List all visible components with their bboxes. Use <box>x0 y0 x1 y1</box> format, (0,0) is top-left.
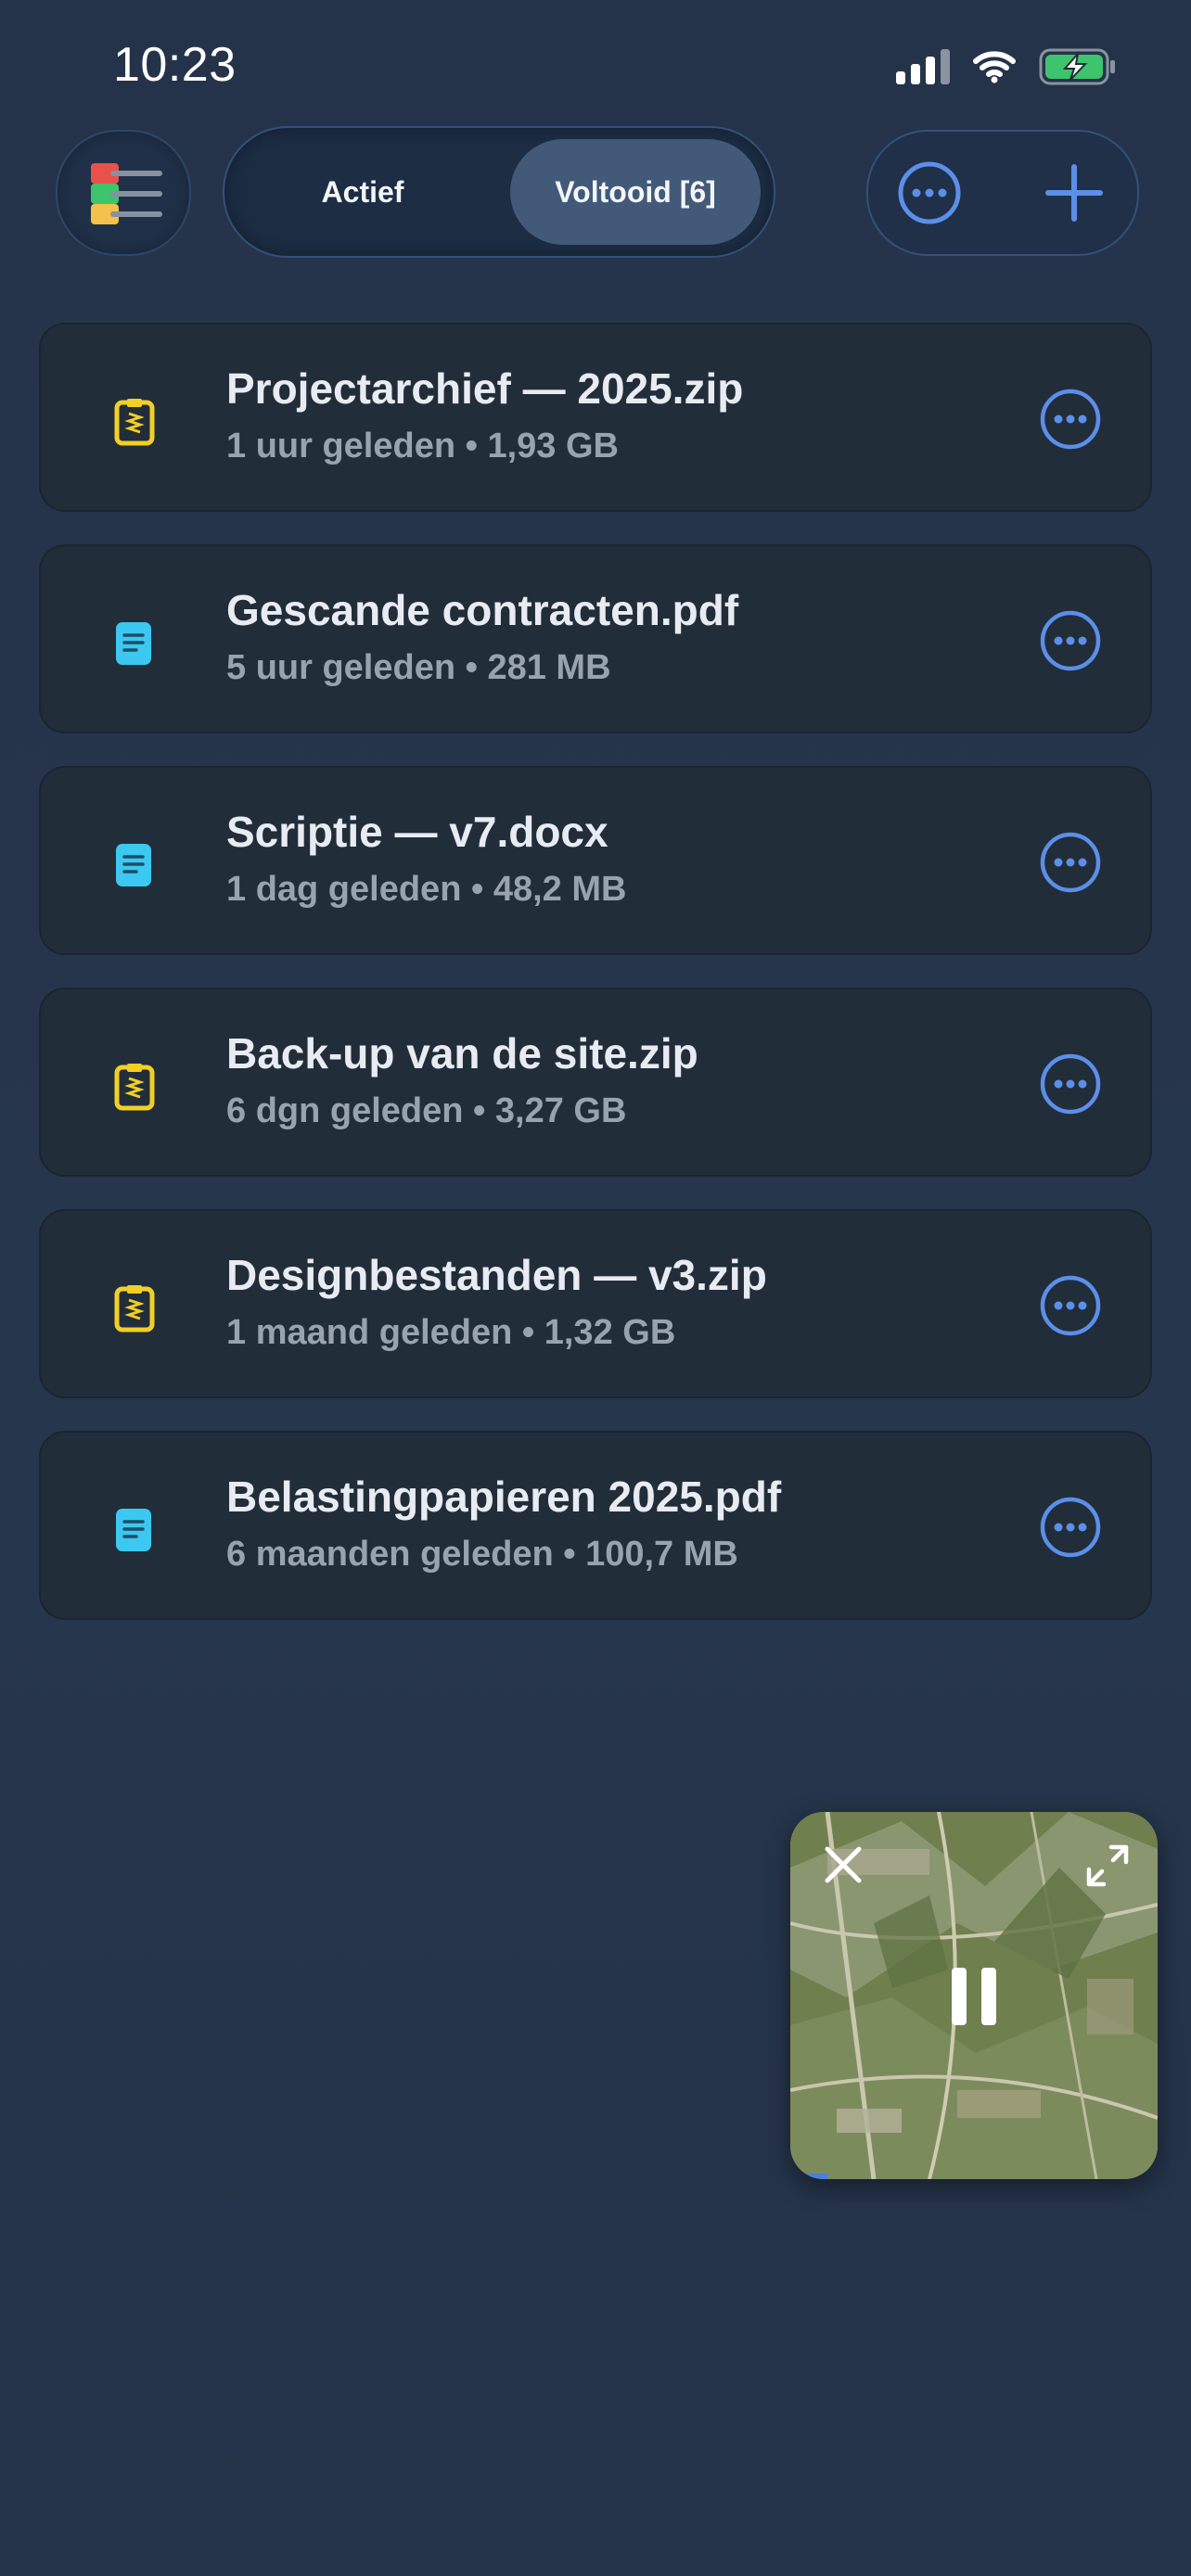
more-options-button[interactable] <box>896 159 963 226</box>
download-row[interactable]: Belastingpapieren 2025.pdf 6 maanden gel… <box>39 1431 1152 1620</box>
zip-icon <box>114 399 155 446</box>
ellipsis-circle-icon <box>898 161 961 224</box>
add-download-button[interactable] <box>1041 159 1108 226</box>
zip-icon <box>113 1283 156 1333</box>
close-icon <box>825 1846 862 1883</box>
tab-voltooid[interactable]: Voltooid [6] <box>510 139 761 245</box>
pause-icon <box>952 1968 996 2025</box>
zip-icon <box>113 397 156 447</box>
zip-icon <box>113 1062 156 1112</box>
battery-charging-icon <box>1039 48 1117 85</box>
document-icon <box>116 1509 151 1551</box>
status-segmented-control: Actief Voltooid [6] <box>223 126 775 258</box>
download-row[interactable]: Projectarchief — 2025.zip 1 uur geleden … <box>39 323 1152 512</box>
file-name: Back-up van de site.zip <box>226 1029 698 1078</box>
download-row[interactable]: Gescande contracten.pdf 5 uur geleden • … <box>39 544 1152 733</box>
download-row[interactable]: Scriptie — v7.docx 1 dag geleden • 48,2 … <box>39 766 1152 955</box>
wifi-icon <box>972 50 1017 83</box>
plus-icon <box>1045 164 1103 222</box>
file-meta: 1 maand geleden • 1,32 GB <box>226 1313 676 1352</box>
document-icon <box>113 840 156 890</box>
file-meta: 1 dag geleden • 48,2 MB <box>226 870 627 909</box>
downloads-list: Projectarchief — 2025.zip 1 uur geleden … <box>39 323 1152 1652</box>
pause-button[interactable] <box>948 1966 1000 2027</box>
file-meta: 5 uur geleden • 281 MB <box>226 648 611 687</box>
row-more-button[interactable] <box>1039 831 1102 894</box>
cellular-signal-icon <box>896 49 950 84</box>
row-more-button[interactable] <box>1039 1274 1102 1337</box>
row-more-button[interactable] <box>1039 388 1102 451</box>
ellipsis-circle-icon <box>1040 1053 1101 1115</box>
file-name: Scriptie — v7.docx <box>226 808 608 856</box>
ellipsis-circle-icon <box>1040 832 1101 893</box>
download-row[interactable]: Designbestanden — v3.zip 1 maand geleden… <box>39 1209 1152 1398</box>
tab-actief[interactable]: Actief <box>241 139 484 245</box>
file-name: Designbestanden — v3.zip <box>226 1251 767 1299</box>
document-icon <box>113 618 156 669</box>
status-indicators <box>896 48 1117 85</box>
document-icon <box>113 1505 156 1555</box>
file-meta: 1 uur geleden • 1,93 GB <box>226 427 619 465</box>
file-name: Gescande contracten.pdf <box>226 586 739 634</box>
download-row[interactable]: Back-up van de site.zip 6 dgn geleden • … <box>39 988 1152 1177</box>
close-player-button[interactable] <box>822 1843 864 1886</box>
expand-icon <box>1086 1844 1129 1887</box>
actions-group <box>866 130 1139 256</box>
ellipsis-circle-icon <box>1040 610 1101 671</box>
zip-icon <box>114 1285 155 1333</box>
document-icon <box>116 844 151 886</box>
row-more-button[interactable] <box>1039 1052 1102 1116</box>
filter-menu-button[interactable] <box>56 130 191 256</box>
zip-icon <box>114 1064 155 1111</box>
expand-player-button[interactable] <box>1085 1843 1130 1888</box>
row-more-button[interactable] <box>1039 609 1102 672</box>
mini-video-player[interactable] <box>790 1812 1158 2179</box>
document-icon <box>116 622 151 665</box>
playback-progress-bar[interactable] <box>790 2174 827 2179</box>
ellipsis-circle-icon <box>1040 389 1101 450</box>
ellipsis-circle-icon <box>1040 1275 1101 1336</box>
file-name: Projectarchief — 2025.zip <box>226 364 744 413</box>
file-name: Belastingpapieren 2025.pdf <box>226 1473 782 1521</box>
colored-list-icon <box>91 163 162 224</box>
status-time: 10:23 <box>113 38 237 92</box>
file-meta: 6 dgn geleden • 3,27 GB <box>226 1091 627 1130</box>
row-more-button[interactable] <box>1039 1496 1102 1559</box>
ellipsis-circle-icon <box>1040 1497 1101 1558</box>
file-meta: 6 maanden geleden • 100,7 MB <box>226 1535 738 1574</box>
